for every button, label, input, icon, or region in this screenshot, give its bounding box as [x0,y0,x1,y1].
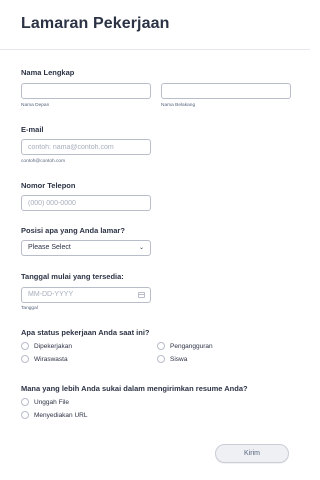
radio-label: Wiraswasta [34,355,68,363]
position-select[interactable]: Please Select ⌄ [21,240,151,256]
radio-circle[interactable] [21,355,29,363]
radio-unggah-file[interactable]: Unggah File [21,398,69,406]
radio-dipekerjakan[interactable]: Dipekerjakan [21,342,72,350]
start-date-input[interactable]: MM-DD-YYYY [21,287,151,303]
position-selected-value: Please Select [28,244,71,251]
employment-status-label: Apa status pekerjaan Anda saat ini? [21,328,150,337]
radio-label: Pengangguran [170,342,213,350]
radio-circle[interactable] [157,355,165,363]
full-name-label: Nama Lengkap [21,68,75,77]
radio-siswa[interactable]: Siswa [157,355,187,363]
radio-circle[interactable] [21,398,29,406]
start-date-sublabel: Tanggal [21,306,38,311]
first-name-input[interactable] [21,83,151,99]
radio-menyediakan-url[interactable]: Menyediakan URL [21,411,87,419]
submit-button[interactable]: Kirim [215,444,289,463]
phone-field[interactable] [21,195,151,211]
radio-label: Unggah File [34,398,70,406]
start-date-placeholder: MM-DD-YYYY [28,291,74,298]
last-name-input[interactable] [161,83,291,99]
start-date-label: Tanggal mulai yang tersedia: [21,272,124,281]
chevron-down-icon: ⌄ [138,245,144,251]
email-label: E-mail [21,125,44,134]
radio-wiraswasta[interactable]: Wiraswasta [21,355,68,363]
first-name-sublabel: Nama Depan [21,103,50,108]
phone-label: Nomor Telepon [21,181,76,190]
calendar-icon[interactable] [138,292,145,298]
radio-pengangguran[interactable]: Pengangguran [157,342,213,350]
form-header: Lamaran Pekerjaan [0,0,310,50]
last-name-sublabel: Nama Belakang [161,103,196,108]
form-title: Lamaran Pekerjaan [21,15,170,32]
radio-label: Siswa [170,355,188,363]
radio-circle[interactable] [21,411,29,419]
radio-label: Dipekerjakan [34,342,72,350]
resume-label: Mana yang lebih Anda sukai dalam mengiri… [21,384,248,393]
email-sublabel: contoh@contoh.com [21,159,66,164]
radio-circle[interactable] [21,342,29,350]
position-label: Posisi apa yang Anda lamar? [21,226,125,235]
email-field[interactable] [21,139,151,155]
radio-label: Menyediakan URL [34,411,88,419]
radio-circle[interactable] [157,342,165,350]
